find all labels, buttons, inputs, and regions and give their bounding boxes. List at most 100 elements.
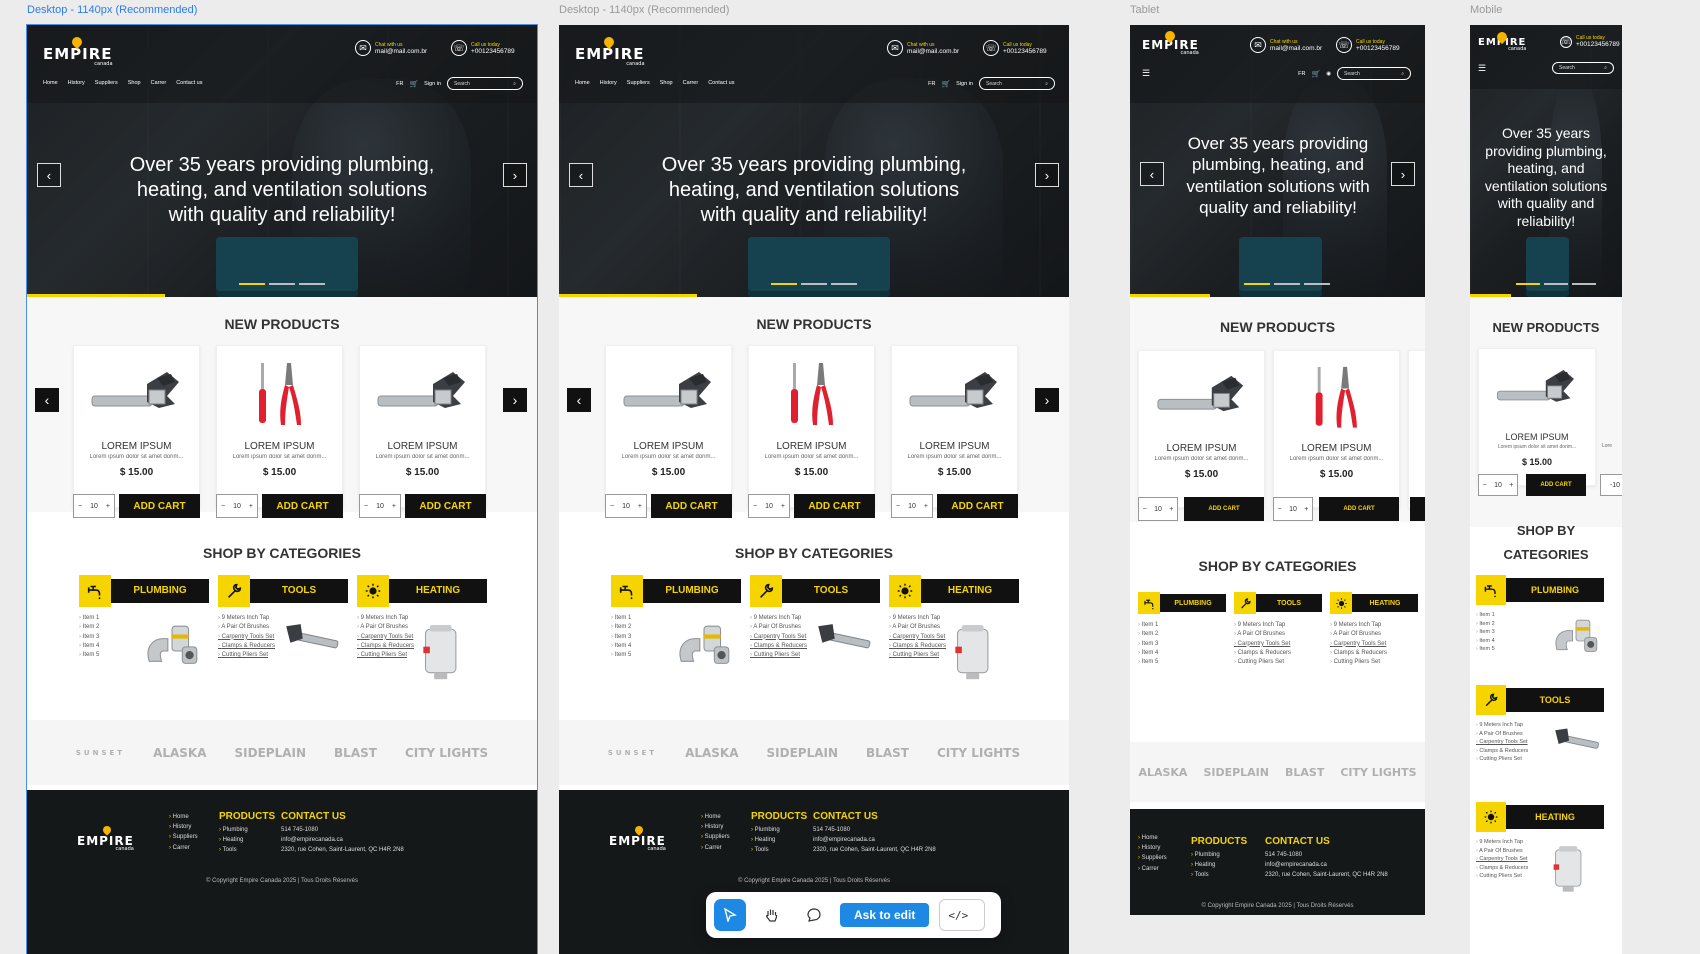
footer-product-link[interactable]: Tools <box>1191 870 1247 880</box>
category-item-link[interactable]: Carpentry Tools Set <box>889 633 955 642</box>
footer-product-link[interactable]: Plumbing <box>219 825 275 835</box>
footer-email[interactable]: info@empirecanada.ca <box>281 835 404 845</box>
category-item-link[interactable]: Cutting Pliers Set <box>750 651 816 660</box>
call-contact[interactable]: ☏ Call us today +00123456789 <box>1336 37 1400 53</box>
qty-minus-button[interactable]: − <box>753 503 757 510</box>
category-item-link[interactable]: 9 Meters Inch Tap <box>1234 621 1314 630</box>
category-item-link[interactable]: Item 2 <box>611 623 667 632</box>
product-card[interactable]: LOREM IPSUM Lorem ipsum dolor sit amet do… <box>605 345 732 508</box>
footer-link[interactable]: Home <box>1138 833 1167 843</box>
ask-to-edit-button[interactable]: Ask to edit <box>840 903 930 927</box>
carousel-dot[interactable] <box>239 283 265 285</box>
footer-link[interactable]: Carrer <box>701 843 730 853</box>
carousel-dot[interactable] <box>1274 283 1300 285</box>
nav-item[interactable]: Suppliers <box>627 80 650 86</box>
search-input[interactable]: Search ⌕ <box>447 77 523 90</box>
add-to-cart-button[interactable]: ADD CART <box>651 494 732 518</box>
qty-plus-button[interactable]: + <box>781 503 785 510</box>
nav-item[interactable]: Shop <box>660 80 673 86</box>
footer-link[interactable]: Home <box>701 812 730 822</box>
nav-item[interactable]: Suppliers <box>95 80 118 86</box>
search-input[interactable]: Search ⌕ <box>1337 67 1411 80</box>
category-item-link[interactable]: Clamps & Reducers <box>1476 864 1540 873</box>
quantity-stepper[interactable]: −10 + <box>1273 497 1313 521</box>
category-item-link[interactable]: Carpentry Tools Set <box>1476 855 1540 864</box>
search-input[interactable]: Search ⌕ <box>979 77 1055 90</box>
logo[interactable]: EMPIREcanada <box>1478 29 1526 52</box>
quantity-stepper[interactable]: −10 + <box>605 494 647 518</box>
quantity-stepper[interactable]: −10 + <box>748 494 790 518</box>
qty-plus-button[interactable]: + <box>392 503 396 510</box>
tablet-frame[interactable]: EMPIRE canada ✉ Chat with us mail@mail.com.b… <box>1130 25 1425 915</box>
quantity-stepper[interactable]: −10 + <box>1478 474 1518 496</box>
qty-plus-button[interactable]: + <box>1169 506 1173 513</box>
category-item-link[interactable]: Clamps & Reducers <box>1330 649 1410 658</box>
category-item-link[interactable]: A Pair Of Brushes <box>750 623 816 632</box>
qty-plus-button[interactable]: + <box>249 503 253 510</box>
comment-tool-button[interactable] <box>798 899 830 931</box>
category-item-link[interactable]: Item 4 <box>1476 637 1540 646</box>
category-item-link[interactable]: Item 5 <box>1476 645 1540 654</box>
category-item-link[interactable]: Clamps & Reducers <box>218 642 284 651</box>
footer-logo[interactable]: EMPIRE canada <box>77 824 134 852</box>
carousel-dots[interactable] <box>771 283 857 285</box>
carousel-next-button[interactable]: › <box>1035 163 1059 187</box>
qty-minus-button[interactable]: − <box>364 503 368 510</box>
signin-link[interactable]: Sign in <box>424 81 441 87</box>
menu-hamburger-icon[interactable]: ☰ <box>1478 63 1486 74</box>
category-item-link[interactable]: Cutting Pliers Set <box>1476 755 1540 764</box>
category-item-link[interactable]: Item 5 <box>79 651 135 660</box>
carousel-dot[interactable] <box>1544 283 1568 285</box>
category-item-link[interactable]: A Pair Of Brushes <box>889 623 955 632</box>
product-image-pliers-screwdriver[interactable] <box>217 352 342 436</box>
qty-minus-button[interactable]: − <box>896 503 900 510</box>
qty-minus-button[interactable]: − <box>78 503 82 510</box>
category-header-plumbing[interactable]: PLUMBING <box>79 575 209 607</box>
product-card[interactable]: LOREM IPSUM Lorem ipsum dolor sit amet do… <box>1478 348 1596 486</box>
category-item-link[interactable]: Item 1 <box>1138 621 1218 630</box>
logo[interactable]: EMPIREcanada <box>575 34 645 67</box>
product-card[interactable]: LOREM IPSUM Lorem ipsum dolor sit amet do… <box>1138 350 1265 508</box>
category-item-link[interactable]: Clamps & Reducers <box>357 642 423 651</box>
frame-label-mobile[interactable]: Mobile <box>1470 4 1502 16</box>
qty-plus-button[interactable]: + <box>1509 482 1513 489</box>
qty-minus-button[interactable]: − <box>610 503 614 510</box>
add-to-cart-button[interactable]: ADD CART <box>1319 497 1399 521</box>
desktop-frame-selected[interactable]: EMPIRE canada ✉ Chat with us mail@mail.com.b… <box>26 24 538 954</box>
product-card[interactable]: LOREM IPSUM Lorem ipsum dolor sit amet do… <box>359 345 486 508</box>
category-item-link[interactable]: 9 Meters Inch Tap <box>218 614 284 623</box>
category-item-link[interactable]: Item 2 <box>1476 620 1540 629</box>
nav-item[interactable]: History <box>600 80 617 86</box>
quantity-stepper[interactable]: −10 + <box>1138 497 1178 521</box>
footer-logo[interactable]: EMPIRE canada <box>609 824 666 852</box>
footer-product-link[interactable]: Tools <box>751 845 807 855</box>
footer-link[interactable]: History <box>1138 843 1167 853</box>
nav-item[interactable]: Contact us <box>176 80 202 86</box>
category-item-link[interactable]: Item 2 <box>1138 630 1218 639</box>
carousel-dot[interactable] <box>771 283 797 285</box>
footer-link[interactable]: Home <box>169 812 198 822</box>
product-image-pipe-wrench[interactable] <box>1479 355 1595 423</box>
footer-phone[interactable]: 514 745-1080 <box>1265 850 1388 860</box>
products-prev-button[interactable]: ‹ <box>35 388 59 412</box>
category-item-link[interactable]: Clamps & Reducers <box>1234 649 1314 658</box>
qty-plus-button[interactable]: + <box>638 503 642 510</box>
product-card[interactable]: LOREM IPSUM Lorem ipsum dolor sit amet do… <box>748 345 875 508</box>
category-item-link[interactable]: Item 3 <box>1138 640 1218 649</box>
language-switch[interactable]: FR <box>396 81 403 87</box>
carousel-dots[interactable] <box>1516 283 1596 285</box>
qty-minus-button[interactable]: − <box>221 503 225 510</box>
footer-link[interactable]: History <box>701 822 730 832</box>
footer-email[interactable]: info@empirecanada.ca <box>813 835 936 845</box>
qty-minus-button[interactable]: − <box>1278 506 1282 513</box>
category-item-link[interactable]: A Pair Of Brushes <box>1330 630 1410 639</box>
product-name[interactable]: LOREM IPSUM <box>1139 443 1264 454</box>
quantity-stepper[interactable]: −10 + <box>73 494 115 518</box>
mobile-frame[interactable]: EMPIREcanada ☏ Call us today+00123456789 ☰ S… <box>1470 25 1622 954</box>
category-item-link[interactable]: A Pair Of Brushes <box>218 623 284 632</box>
category-item-link[interactable]: A Pair Of Brushes <box>1476 847 1540 856</box>
product-card[interactable]: LOREM IPSUM Lorem ipsum dolor sit amet do… <box>216 345 343 508</box>
footer-link[interactable]: Carrer <box>1138 864 1167 874</box>
product-image-pipe-wrench[interactable] <box>74 352 199 436</box>
add-to-cart-button[interactable]: ADD CART <box>405 494 486 518</box>
